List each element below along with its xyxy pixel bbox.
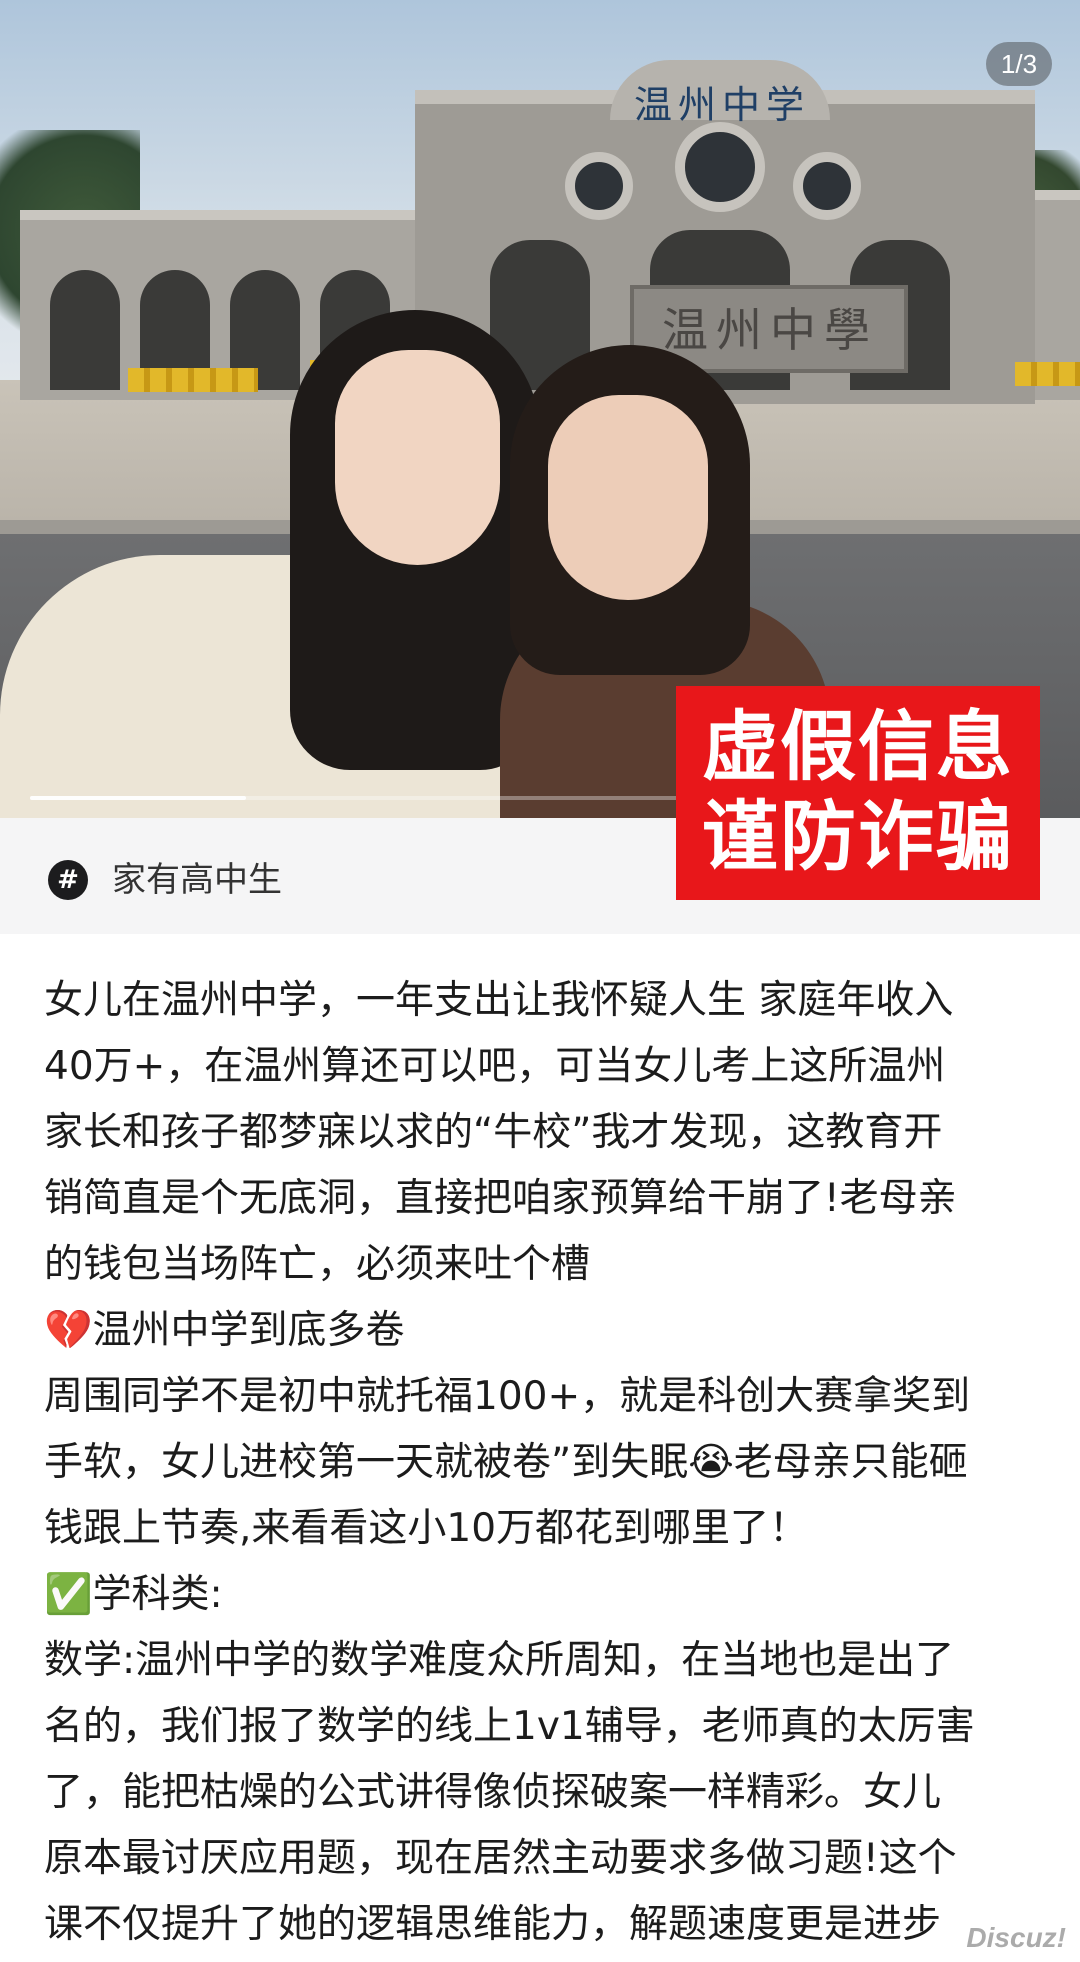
- yellow-barrier: [128, 368, 258, 392]
- fraud-warning-badge: 虚假信息 谨防诈骗: [676, 686, 1040, 900]
- post-body-line: 女儿在温州中学，一年支出让我怀疑人生 家庭年收入: [44, 978, 954, 1023]
- post-body-line: 钱跟上节奏,来看看这小10万都花到哪里了！: [44, 1506, 809, 1551]
- post-body-line: 💔温州中学到底多卷: [44, 1308, 405, 1353]
- post-body-line: 的钱包当场阵亡，必须来吐个槽: [44, 1242, 591, 1287]
- post-body-line: 手软，女儿进校第一天就被卷”到失眠😭老母亲只能砸: [44, 1440, 968, 1485]
- post-body-line: 数学:温州中学的数学难度众所周知，在当地也是出了: [44, 1638, 955, 1683]
- round-window: [565, 152, 633, 220]
- carousel-progress-fill: [30, 796, 247, 800]
- school-sign-top: 温州中学: [633, 83, 810, 127]
- person-left-face: [335, 350, 500, 565]
- topic-label[interactable]: 家有高中生: [112, 856, 282, 904]
- post-body: 女儿在温州中学，一年支出让我怀疑人生 家庭年收入 40万+，在温州算还可以吧，可当…: [44, 968, 1044, 1958]
- building-arch: [50, 270, 120, 390]
- post-body-line: 家长和孩子都梦寐以求的“牛校”我才发现，这教育开: [44, 1110, 943, 1155]
- post-body-line: 原本最讨厌应用题，现在居然主动要求多做习题!这个: [44, 1836, 957, 1881]
- post-body-line: ✅学科类:: [44, 1572, 223, 1617]
- carousel-page-indicator: 1/3: [986, 42, 1052, 86]
- post-body-line: 了，能把枯燥的公式讲得像侦探破案一样精彩。女儿: [44, 1770, 942, 1815]
- post-body-line: 名的，我们报了数学的线上1v1辅导，老师真的太厉害: [44, 1704, 975, 1749]
- hashtag-icon: #: [48, 860, 88, 900]
- warning-line-2: 谨防诈骗: [702, 792, 1014, 881]
- post-body-line: 课不仅提升了她的逻辑思维能力，解题速度更是进步: [44, 1902, 942, 1947]
- school-plaque-text: 温州中學: [662, 303, 878, 357]
- round-window: [793, 152, 861, 220]
- person-right-face: [548, 395, 708, 600]
- yellow-barrier: [1015, 362, 1080, 386]
- watermark-logo: Discuz!: [966, 1922, 1066, 1953]
- warning-line-1: 虚假信息: [702, 702, 1014, 791]
- post-body-line: 周围同学不是初中就托福100+，就是科创大赛拿奖到: [44, 1374, 971, 1419]
- school-gate-building: 温州中学: [20, 60, 1080, 404]
- round-window: [675, 122, 765, 212]
- post-body-line: 40万+，在温州算还可以吧，可当女儿考上这所温州: [44, 1044, 946, 1089]
- post-body-line: 销简直是个无底洞，直接把咱家预算给干崩了!老母亲: [44, 1176, 957, 1221]
